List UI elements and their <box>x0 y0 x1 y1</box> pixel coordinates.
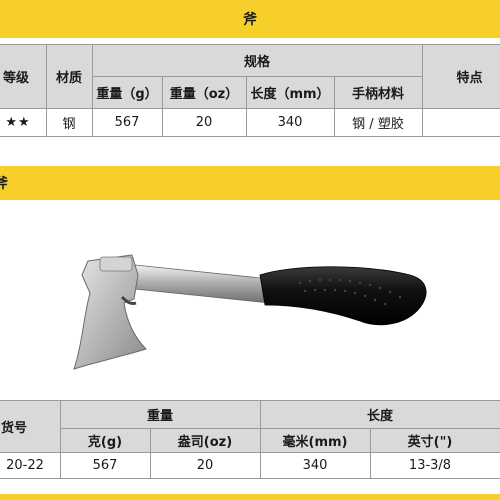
cell-model: 20-22 <box>6 457 44 473</box>
header-length-mm-bottom: 毫米(mm) <box>282 434 348 450</box>
header-features: 特点 <box>456 70 483 86</box>
cell-weight-oz: 20 <box>195 114 213 130</box>
header-spec: 规格 <box>243 54 270 70</box>
cell-weight-g-bottom: 567 <box>92 457 118 473</box>
bottom-accent-bar <box>0 494 500 500</box>
cell-weight-oz-bottom: 20 <box>196 457 214 473</box>
header-weight-g-bottom: 克(g) <box>87 434 123 450</box>
header-weight: 重量 <box>146 408 173 424</box>
header-weight-oz: 重量（oz） <box>169 86 239 102</box>
hatchet-icon <box>73 254 427 370</box>
cell-features <box>422 108 500 136</box>
cell-grade: ★★ <box>5 114 31 130</box>
cell-length-mm-bottom: 340 <box>302 457 328 473</box>
cell-weight-g: 567 <box>114 114 140 130</box>
cell-handle-material: 钢 / 塑胶 <box>352 116 404 132</box>
header-length-mm: 长度（mm） <box>250 86 330 102</box>
header-weight-oz-bottom: 盎司(oz) <box>177 434 233 450</box>
section-title: 斧 <box>0 176 8 192</box>
header-material: 材质 <box>55 70 82 86</box>
header-length: 长度 <box>366 408 393 424</box>
header-handle-material: 手柄材料 <box>351 86 404 102</box>
top-table-title: 斧 <box>243 12 257 28</box>
header-weight-g: 重量（g） <box>96 86 158 102</box>
header-length-in-bottom: 英寸(") <box>407 434 453 450</box>
header-model: 货号 <box>0 420 27 436</box>
section-title-bar <box>0 166 500 200</box>
cell-material: 钢 <box>62 116 76 132</box>
header-grade: 等级 <box>2 70 29 86</box>
cell-length-in-bottom: 13-3/8 <box>408 457 452 473</box>
cell-length-mm: 340 <box>277 114 303 130</box>
